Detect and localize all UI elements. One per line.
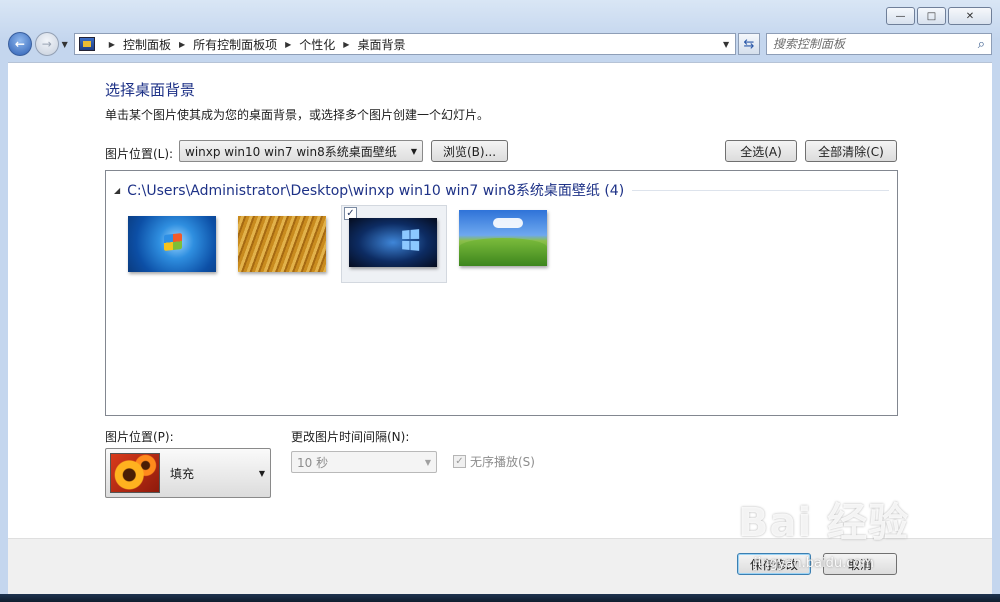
content-area: 选择桌面背景 单击某个图片使其成为您的桌面背景，或选择多个图片创建一个幻灯片。 … (8, 62, 992, 538)
search-icon[interactable]: ⌕ (978, 37, 985, 52)
baidu-watermark-url: jingyan.baidu.com (754, 556, 874, 571)
minimize-button[interactable]: — (886, 7, 915, 25)
breadcrumb-personalization[interactable]: 个性化 (299, 36, 335, 53)
taskbar (0, 594, 1000, 602)
page-title: 选择桌面背景 (105, 81, 196, 99)
shuffle-checkbox[interactable]: ✓ 无序播放(S) (453, 453, 535, 470)
navigation-bar: ← → ▼ ▶ 控制面板 ▶ 所有控制面板项 ▶ 个性化 ▶ 桌面背景 ▼ ⇆ … (8, 30, 992, 58)
interval-select[interactable]: 10 秒 ▼ (291, 451, 437, 473)
caption-buttons: — □ ✕ (886, 7, 992, 25)
wallpaper-gallery: ◢ C:\Users\Administrator\Desktop\winxp w… (105, 170, 898, 416)
page-subtitle: 单击某个图片使其成为您的桌面背景，或选择多个图片创建一个幻灯片。 (105, 108, 490, 122)
thumbnail-wheat[interactable] (238, 216, 326, 272)
picture-position-label: 图片位置(P): (105, 430, 174, 444)
address-dropdown-icon[interactable]: ▼ (717, 40, 735, 49)
picture-position-value: 填充 (170, 466, 195, 481)
breadcrumb-all-items[interactable]: 所有控制面板项 (193, 36, 277, 53)
browse-button[interactable]: 浏览(B)... (431, 140, 508, 162)
picture-position-select[interactable]: 填充 ▼ (105, 448, 271, 498)
collapse-icon[interactable]: ◢ (114, 186, 120, 195)
thumbnail-windows10[interactable] (349, 218, 437, 267)
interval-value: 10 秒 (297, 455, 329, 470)
search-box[interactable]: ⌕ (765, 33, 992, 55)
forward-arrow-icon: → (41, 37, 52, 51)
checkbox-checked-icon[interactable]: ✓ (453, 455, 466, 468)
address-bar[interactable]: ▶ 控制面板 ▶ 所有控制面板项 ▶ 个性化 ▶ 桌面背景 ▼ (73, 33, 737, 55)
recent-pages-dropdown-icon[interactable]: ▼ (62, 40, 68, 49)
picture-location-label: 图片位置(L): (105, 147, 174, 161)
close-button[interactable]: ✕ (948, 7, 992, 25)
flower-preview-icon (110, 453, 160, 493)
back-arrow-icon: ← (14, 37, 25, 51)
forward-button[interactable]: → (34, 32, 59, 56)
picture-location-value: winxp win10 win7 win8系统桌面壁纸 (185, 144, 397, 159)
interval-label: 更改图片时间间隔(N): (291, 430, 410, 444)
baidu-watermark: Bai 经验 (738, 500, 910, 546)
search-input[interactable] (772, 37, 978, 51)
chevron-down-icon: ▼ (424, 457, 432, 467)
chevron-right-icon[interactable]: ▶ (179, 40, 185, 49)
thumbnail-windowsxp[interactable] (459, 210, 547, 266)
chevron-right-icon[interactable]: ▶ (285, 40, 291, 49)
back-button[interactable]: ← (8, 32, 32, 56)
refresh-button[interactable]: ⇆ (738, 33, 760, 55)
clear-all-button[interactable]: 全部清除(C) (805, 140, 897, 162)
chevron-right-icon[interactable]: ▶ (109, 40, 115, 49)
chevron-down-icon: ▼ (258, 468, 266, 478)
maximize-button[interactable]: □ (917, 7, 946, 25)
group-divider (632, 189, 889, 191)
breadcrumb-desktop-background[interactable]: 桌面背景 (357, 36, 405, 53)
folder-group-header[interactable]: ◢ C:\Users\Administrator\Desktop\winxp w… (114, 180, 889, 200)
shuffle-label: 无序播放(S) (470, 455, 535, 469)
folder-group-title: C:\Users\Administrator\Desktop\winxp win… (127, 183, 625, 199)
thumbnail-windows7[interactable] (128, 216, 216, 272)
select-all-button[interactable]: 全选(A) (725, 140, 797, 162)
chevron-right-icon[interactable]: ▶ (343, 40, 349, 49)
control-panel-icon (78, 37, 95, 51)
picture-location-select[interactable]: winxp win10 win7 win8系统桌面壁纸 ▼ (179, 140, 423, 162)
control-panel-window: — □ ✕ ← → ▼ ▶ 控制面板 ▶ 所有控制面板项 ▶ 个性化 ▶ 桌面背… (0, 0, 1000, 602)
chevron-down-icon: ▼ (410, 146, 418, 156)
refresh-icon: ⇆ (743, 36, 755, 52)
breadcrumb-control-panel[interactable]: 控制面板 (123, 36, 171, 53)
